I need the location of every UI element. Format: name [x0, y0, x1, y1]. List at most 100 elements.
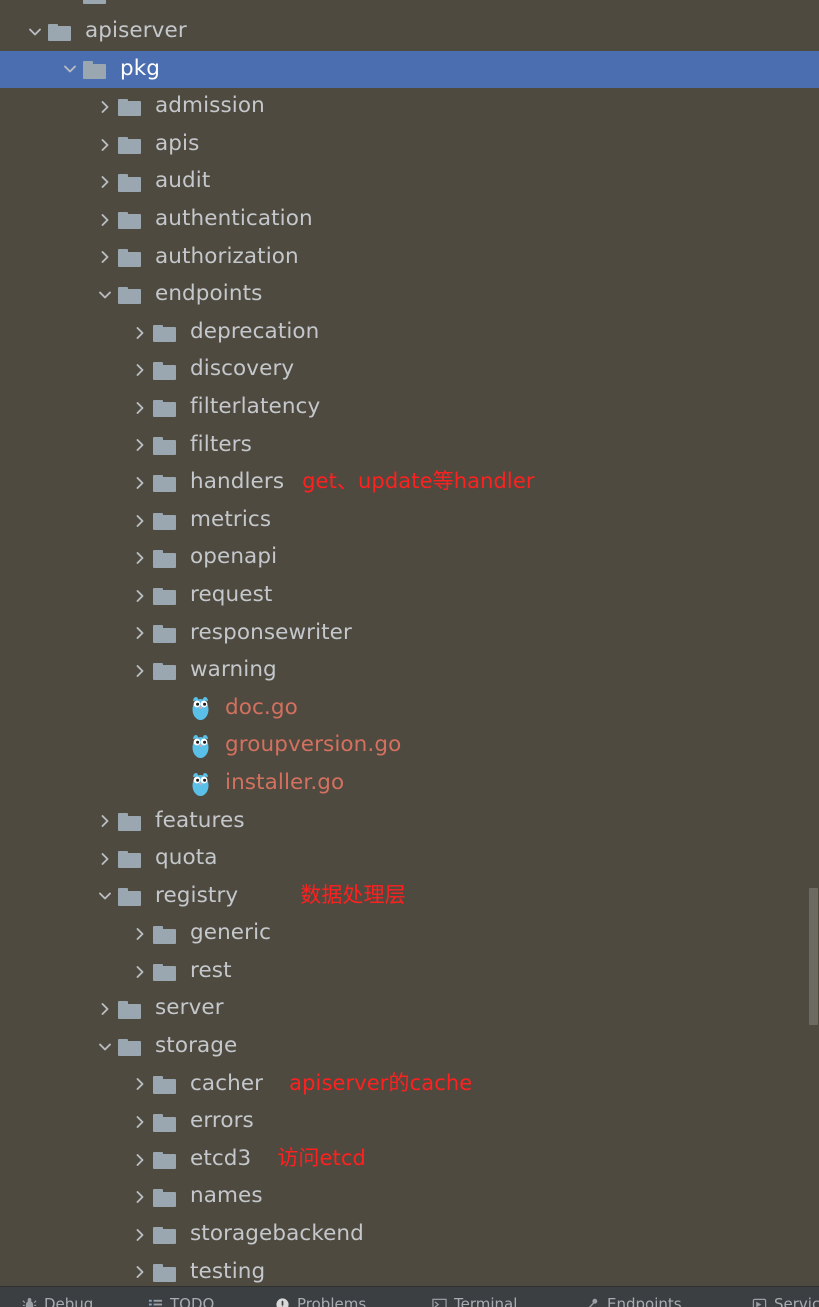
- todo-list-icon: [148, 1297, 164, 1307]
- chevron-right-icon[interactable]: [127, 915, 153, 953]
- folder-icon: [153, 1178, 183, 1216]
- tree-row[interactable]: names: [0, 1178, 819, 1216]
- chevron-right-icon[interactable]: [127, 502, 153, 540]
- chevron-right-icon[interactable]: [127, 539, 153, 577]
- tool-window-button-services[interactable]: Services: [752, 1294, 819, 1307]
- chevron-right-icon[interactable]: [127, 1216, 153, 1254]
- chevron-right-icon[interactable]: [127, 464, 153, 502]
- tree-indent-spacer: [0, 445, 127, 446]
- tree-row[interactable]: installer.go: [0, 765, 819, 803]
- chevron-right-icon[interactable]: [127, 1178, 153, 1216]
- tree-row[interactable]: generic: [0, 915, 819, 953]
- tree-row[interactable]: groupversion.go: [0, 727, 819, 765]
- chevron-right-icon[interactable]: [127, 1066, 153, 1104]
- services-icon: [752, 1297, 768, 1307]
- tree-indent-spacer: [0, 595, 127, 596]
- tree-row[interactable]: authorization: [0, 239, 819, 277]
- chevron-right-icon[interactable]: [92, 239, 118, 277]
- tree-row[interactable]: etcd3 访问etcd: [0, 1141, 819, 1179]
- tool-window-button-debug[interactable]: Debug: [22, 1294, 93, 1307]
- chevron-down-icon[interactable]: [92, 878, 118, 916]
- go-file-icon: [188, 727, 218, 765]
- tree-row[interactable]: admission: [0, 88, 819, 126]
- tree-row[interactable]: apiserver: [0, 13, 819, 51]
- tree-scrollbar-track[interactable]: [808, 0, 819, 1286]
- tree-row-label: discovery: [190, 356, 295, 382]
- tree-indent-spacer: [0, 1197, 127, 1198]
- chevron-right-icon[interactable]: [127, 351, 153, 389]
- tree-row[interactable]: testing: [0, 1254, 819, 1286]
- tree-row[interactable]: responsewriter: [0, 615, 819, 653]
- tree-indent-spacer: [0, 633, 127, 634]
- folder-icon: [153, 314, 183, 352]
- tool-window-button-terminal[interactable]: Terminal: [432, 1294, 517, 1307]
- chevron-down-icon[interactable]: [92, 276, 118, 314]
- tree-row[interactable]: doc.go: [0, 690, 819, 728]
- chevron-right-icon[interactable]: [92, 840, 118, 878]
- tree-row[interactable]: filterlatency: [0, 389, 819, 427]
- tree-row[interactable]: quota: [0, 840, 819, 878]
- tree-row[interactable]: features: [0, 802, 819, 840]
- chevron-right-icon[interactable]: [92, 990, 118, 1028]
- tool-window-button-label: Problems: [297, 1295, 367, 1307]
- chevron-right-icon[interactable]: [127, 615, 153, 653]
- chevron-right-icon[interactable]: [92, 126, 118, 164]
- tree-row[interactable]: endpoints: [0, 276, 819, 314]
- tool-window-button-label: Debug: [44, 1295, 94, 1307]
- project-file-tree[interactable]: apiserver pkg admission apis audit authentica…: [0, 0, 819, 1286]
- tool-window-button-todo[interactable]: TODO: [148, 1294, 214, 1307]
- tree-twisty-placeholder[interactable]: [57, 0, 83, 13]
- chevron-right-icon[interactable]: [127, 1141, 153, 1179]
- chevron-right-icon[interactable]: [92, 163, 118, 201]
- chevron-right-icon[interactable]: [127, 427, 153, 465]
- tree-row[interactable]: registry 数据处理层: [0, 878, 819, 916]
- chevron-right-icon[interactable]: [127, 577, 153, 615]
- tree-row[interactable]: pkg: [0, 50, 819, 89]
- tree-row[interactable]: server: [0, 990, 819, 1028]
- chevron-right-icon[interactable]: [127, 389, 153, 427]
- tool-window-bar[interactable]: Debug TODO Problems Terminal Endpoints Servic…: [0, 1286, 819, 1307]
- tree-row-label: rest: [190, 957, 232, 983]
- tree-row[interactable]: metrics: [0, 502, 819, 540]
- chevron-right-icon[interactable]: [127, 953, 153, 991]
- tree-row[interactable]: apis: [0, 126, 819, 164]
- chevron-right-icon[interactable]: [127, 314, 153, 352]
- tool-window-button-problems[interactable]: Problems: [275, 1294, 366, 1307]
- tree-row[interactable]: openapi: [0, 539, 819, 577]
- chevron-right-icon[interactable]: [127, 1103, 153, 1141]
- tree-indent-spacer: [0, 69, 57, 70]
- tree-row[interactable]: cacher apiserver的cache: [0, 1066, 819, 1104]
- tree-row[interactable]: discovery: [0, 351, 819, 389]
- tree-row-partial[interactable]: [0, 0, 819, 13]
- folder-icon: [153, 1254, 183, 1286]
- folder-icon: [83, 0, 113, 13]
- tree-scrollbar-thumb[interactable]: [809, 888, 818, 1025]
- chevron-down-icon[interactable]: [22, 13, 48, 51]
- tree-row-label: storage: [155, 1033, 238, 1059]
- chevron-right-icon[interactable]: [92, 201, 118, 239]
- chevron-right-icon[interactable]: [127, 652, 153, 690]
- tree-row[interactable]: deprecation: [0, 314, 819, 352]
- tree-row[interactable]: rest: [0, 953, 819, 991]
- chevron-down-icon[interactable]: [92, 1028, 118, 1066]
- tree-row[interactable]: warning: [0, 652, 819, 690]
- folder-icon: [48, 13, 78, 51]
- tree-row[interactable]: storagebackend: [0, 1216, 819, 1254]
- tree-row[interactable]: errors: [0, 1103, 819, 1141]
- tree-row-label: quota: [155, 845, 218, 871]
- tree-indent-spacer: [0, 708, 162, 709]
- folder-icon: [153, 577, 183, 615]
- tree-row[interactable]: authentication: [0, 201, 819, 239]
- tree-row[interactable]: filters: [0, 427, 819, 465]
- tree-row[interactable]: storage: [0, 1028, 819, 1066]
- tool-window-button-label: Services: [774, 1295, 819, 1307]
- tree-indent-spacer: [0, 332, 127, 333]
- chevron-right-icon[interactable]: [127, 1254, 153, 1286]
- tree-row[interactable]: handlers get、update等handler: [0, 464, 819, 502]
- chevron-right-icon[interactable]: [92, 88, 118, 126]
- tool-window-button-endpoints[interactable]: Endpoints: [585, 1294, 682, 1307]
- chevron-right-icon[interactable]: [92, 802, 118, 840]
- tree-row[interactable]: request: [0, 577, 819, 615]
- tree-row[interactable]: audit: [0, 163, 819, 201]
- chevron-down-icon[interactable]: [57, 51, 83, 89]
